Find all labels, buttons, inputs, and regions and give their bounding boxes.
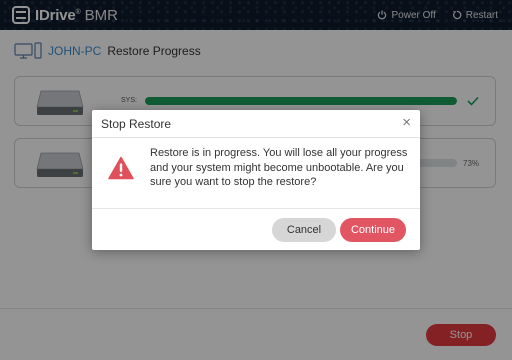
dialog-message: Restore is in progress. You will lose al… [150, 147, 408, 188]
cancel-button[interactable]: Cancel [272, 218, 336, 242]
continue-button[interactable]: Continue [340, 218, 406, 242]
close-icon[interactable]: × [402, 115, 411, 130]
stop-restore-dialog: Stop Restore × Restore is in progress. Y… [92, 110, 420, 250]
dialog-divider [92, 208, 420, 209]
dialog-header: Stop Restore × [92, 110, 420, 138]
dialog-title: Stop Restore [101, 117, 172, 131]
warning-icon [108, 156, 134, 180]
